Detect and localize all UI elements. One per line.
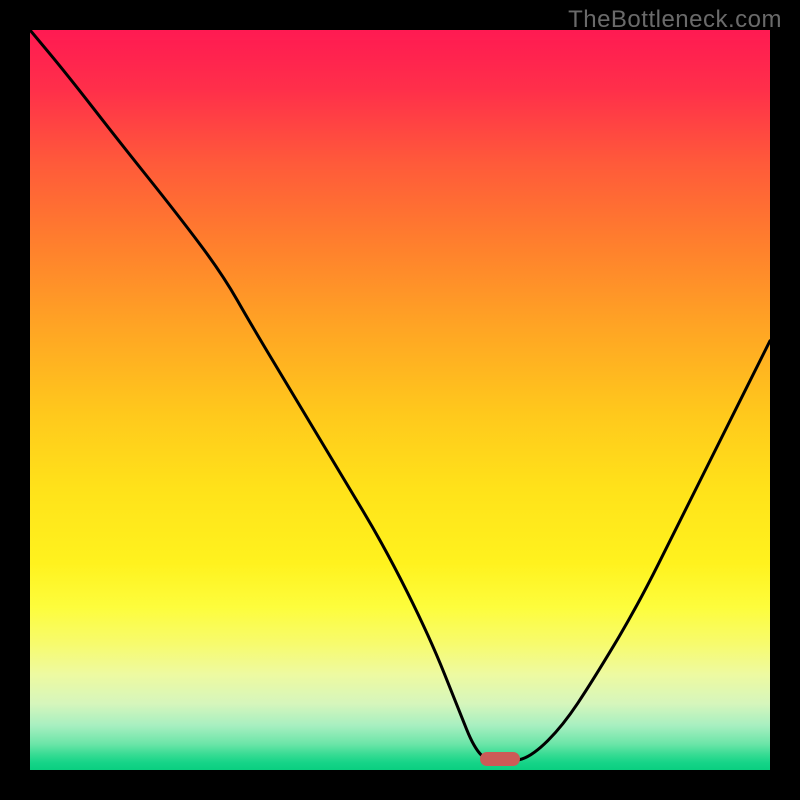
watermark-text: TheBottleneck.com [568,6,782,34]
optimal-point-marker [480,752,520,766]
plot-area [30,30,770,770]
bottleneck-curve [30,30,770,770]
chart-container: TheBottleneck.com [0,0,800,800]
